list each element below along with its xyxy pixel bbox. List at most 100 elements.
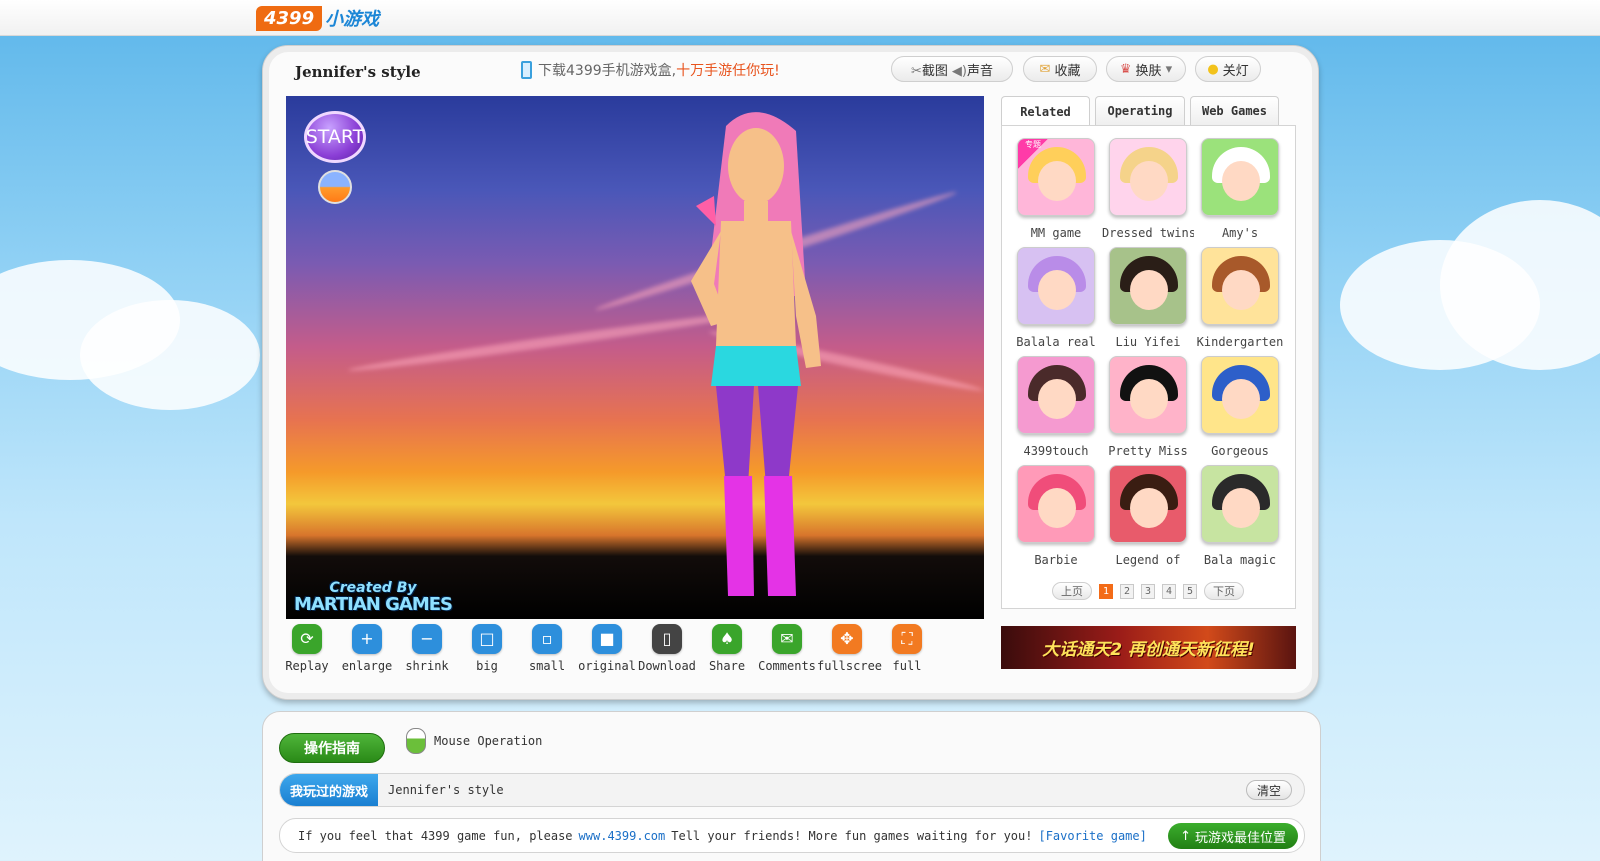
dressup-character[interactable] (656, 106, 856, 606)
game-thumbnail-image (1109, 465, 1187, 543)
toolbar-big-button[interactable]: □ big (457, 624, 517, 673)
mouse-icon (406, 728, 426, 754)
mouse-operation-label: Mouse Operation (434, 734, 543, 748)
game-thumbnail[interactable]: Dressed twins (1102, 138, 1194, 240)
tab-operating[interactable]: Operating (1095, 96, 1185, 125)
game-thumbnail-image (1017, 356, 1095, 434)
toolbar-label: fullscree (817, 659, 883, 673)
toolbar-original-button[interactable]: ■ original (577, 624, 637, 673)
thumbnail-face (1038, 488, 1076, 528)
credit-line-2: MARTIAN GAMES (294, 594, 453, 616)
game-thumbnail-image (1017, 465, 1095, 543)
toolbar-replay-button[interactable]: ⟳ Replay (277, 624, 337, 673)
site-link[interactable]: www.4399.com (579, 829, 666, 843)
envelope-icon: ✉ (1039, 61, 1051, 77)
toolbar-label: original (578, 659, 636, 673)
start-button[interactable]: START (304, 111, 366, 163)
game-stage[interactable]: START Created By MARTIAN GAMES (286, 96, 984, 619)
game-thumbnail[interactable]: Balala real (1010, 247, 1102, 349)
toolbar-full-button[interactable]: ⛶ full (877, 624, 937, 673)
tab-related-label: Related (1020, 105, 1071, 119)
skin-label: 换肤 (1135, 63, 1162, 79)
skin-button[interactable]: ♛ 换肤 ▾ (1106, 56, 1186, 82)
guide-button[interactable]: 操作指南 (279, 733, 385, 763)
game-thumbnail[interactable]: Gorgeous (1194, 356, 1286, 458)
toolbar-download-icon: ▯ (652, 624, 682, 654)
game-thumbnail-image: 专题 (1017, 138, 1095, 216)
page-4[interactable]: 4 (1162, 583, 1176, 599)
site-header: 4399 小游戏 (0, 0, 1600, 36)
page-1[interactable]: 1 (1099, 583, 1113, 599)
tab-web-games-label: Web Games (1201, 104, 1268, 118)
next-page-button[interactable]: 下页 (1204, 582, 1244, 600)
scissors-icon: ✂ (910, 63, 922, 79)
toolbar-share-button[interactable]: ♠ Share (697, 624, 757, 673)
game-thumbnail-caption: Liu Yifei (1115, 335, 1181, 349)
history-game-link[interactable]: Jennifer's style (388, 783, 504, 797)
thumbnail-face (1222, 270, 1260, 310)
page-3[interactable]: 3 (1141, 583, 1155, 599)
gift-icon: ♛ (1119, 61, 1132, 77)
site-logo[interactable]: 4399 小游戏 (256, 5, 379, 31)
thumbnail-face (1038, 270, 1076, 310)
promo-text: 下载4399手机游戏盒, (538, 63, 677, 79)
mobile-promo[interactable]: 下载4399手机游戏盒, 十万手游任你玩! (521, 60, 780, 80)
game-thumbnail[interactable]: Liu Yifei (1102, 247, 1194, 349)
toolbar-label: Comments (758, 659, 816, 673)
screenshot-label: 截图 (921, 63, 948, 79)
page-5[interactable]: 5 (1183, 583, 1197, 599)
toolbar-shrink-button[interactable]: − shrink (397, 624, 457, 673)
toolbar-original-icon: ■ (592, 624, 622, 654)
history-label: 我玩过的游戏 (280, 774, 379, 806)
logo-number: 4399 (256, 5, 323, 31)
game-toolbar: ⟳ Replay + enlarge − shrink □ big ▫ small ■ origina… (277, 624, 937, 673)
toolbar-label: full (892, 659, 922, 673)
favorite-game-link[interactable]: [Favorite game] (1038, 829, 1146, 843)
toolbar-download-button[interactable]: ▯ Download (637, 624, 697, 673)
game-thumbnail[interactable]: Pretty Miss (1102, 356, 1194, 458)
game-thumbnail-caption: Barbie (1034, 553, 1078, 567)
clear-history-button[interactable]: 清空 (1245, 780, 1292, 800)
tip-text-before: If you feel that 4399 game fun, please (298, 828, 573, 843)
tab-web-games[interactable]: Web Games (1190, 96, 1279, 125)
game-thumbnail[interactable]: 专题 MM game (1010, 138, 1102, 240)
game-thumbnail[interactable]: Barbie (1010, 465, 1102, 567)
best-position-button[interactable]: ↑ 玩游戏最佳位置 (1168, 823, 1298, 849)
history-bar: 我玩过的游戏 Jennifer's style 清空 (279, 773, 1305, 807)
game-thumbnail-caption: Pretty Miss (1108, 444, 1188, 458)
thumbnail-face (1222, 161, 1260, 201)
lights-off-button[interactable]: ● 关灯 (1195, 56, 1261, 82)
tab-related[interactable]: Related (1001, 96, 1090, 127)
color-picker-icon[interactable] (318, 170, 352, 204)
logo-name: 小游戏 (325, 9, 380, 30)
game-thumbnail[interactable]: Legend of (1102, 465, 1194, 567)
tab-operating-label: Operating (1107, 104, 1173, 118)
bulb-icon: ● (1207, 61, 1219, 77)
toolbar-label: Replay (285, 659, 329, 673)
toolbar-label: big (476, 659, 498, 673)
game-thumbnail[interactable]: Amy's (1194, 138, 1286, 240)
favorite-button[interactable]: ✉ 收藏 (1023, 56, 1097, 82)
game-thumbnail-caption: Amy's (1221, 226, 1259, 240)
chevron-down-icon: ▾ (1165, 61, 1173, 77)
prev-page-button[interactable]: 上页 (1052, 582, 1092, 600)
game-thumbnail-caption: Dressed twins (1102, 226, 1194, 240)
toolbar-label: shrink (405, 659, 449, 673)
game-thumbnail[interactable]: Kindergarten (1194, 247, 1286, 349)
game-thumbnail[interactable]: Bala magic (1194, 465, 1286, 567)
thumbnail-face (1130, 270, 1168, 310)
game-thumbnail[interactable]: 4399touch (1010, 356, 1102, 458)
page-2[interactable]: 2 (1120, 583, 1134, 599)
ad-banner[interactable]: 大话通天2 再创通天新征程! (1001, 626, 1296, 669)
pagination: 上页 1 2 3 4 5 下页 (1052, 582, 1244, 600)
toolbar-comments-button[interactable]: ✉ Comments (757, 624, 817, 673)
thumbnail-face (1222, 488, 1260, 528)
toolbar-enlarge-icon: + (352, 624, 382, 654)
speaker-icon: ◀) (951, 63, 967, 79)
toolbar-small-button[interactable]: ▫ small (517, 624, 577, 673)
toolbar-enlarge-button[interactable]: + enlarge (337, 624, 397, 673)
sound-button[interactable]: ◀)声音 (952, 60, 993, 79)
game-thumbnail-image (1201, 247, 1279, 325)
toolbar-fullscree-button[interactable]: ✥ fullscree (817, 624, 883, 673)
screenshot-button[interactable]: ✂截图 (911, 60, 948, 79)
